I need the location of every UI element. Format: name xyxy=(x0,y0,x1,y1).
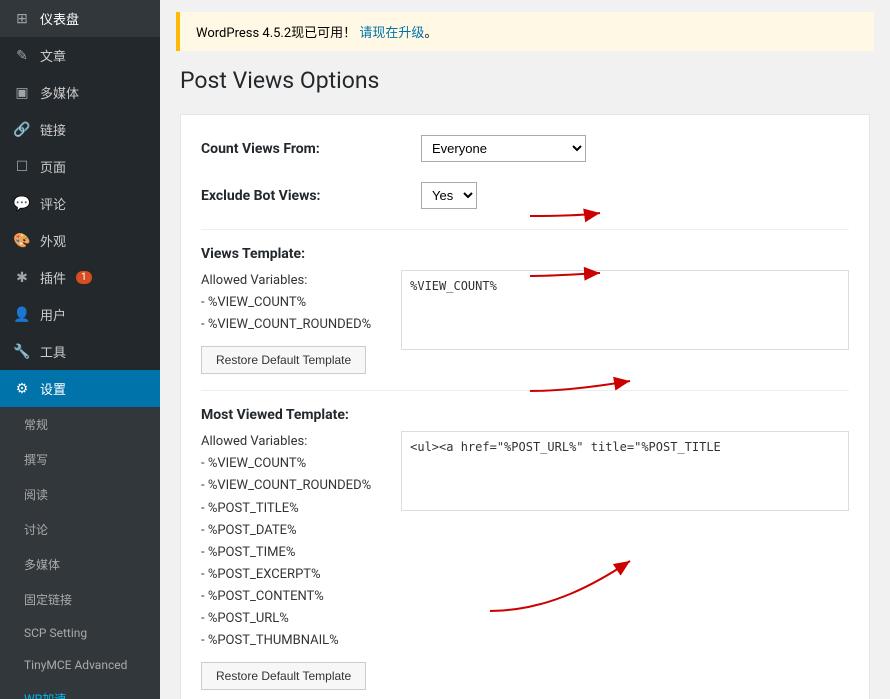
upgrade-link[interactable]: 请现在升级 xyxy=(359,26,424,41)
sidebar-label-dashboard: 仪表盘 xyxy=(40,9,79,28)
divider1 xyxy=(201,229,849,230)
restore-most-viewed-btn[interactable]: Restore Default Template xyxy=(201,662,366,690)
views-var-item: - %VIEW_COUNT_ROUNDED% xyxy=(201,314,371,336)
sidebar-item-media[interactable]: ▣ 多媒体 xyxy=(0,74,160,111)
most-viewed-left: Allowed Variables: - %VIEW_COUNT%- %VIEW… xyxy=(201,431,371,690)
sidebar-item-appearance[interactable]: 🎨 外观 xyxy=(0,222,160,259)
count-views-row: Count Views From: EveryoneGuests OnlyReg… xyxy=(201,135,849,162)
submenu-label-discussion: 讨论 xyxy=(24,521,48,538)
sidebar-label-users: 用户 xyxy=(40,305,66,324)
sidebar-item-comments[interactable]: 💬 评论 xyxy=(0,185,160,222)
pages-icon: ☐ xyxy=(12,159,32,175)
sidebar-label-links: 链接 xyxy=(40,120,66,139)
most-viewed-template-value: <ul><a href="%POST_URL%" title="%POST_TI… xyxy=(410,440,840,454)
posts-icon: ✎ xyxy=(12,48,32,64)
submenu-item-reading[interactable]: 阅读 xyxy=(0,477,160,512)
submenu-label-general: 常规 xyxy=(24,416,48,433)
options-block: Count Views From: EveryoneGuests OnlyReg… xyxy=(180,114,870,699)
most-viewed-content: Allowed Variables: - %VIEW_COUNT%- %VIEW… xyxy=(201,431,849,690)
most-viewed-var-item: - %VIEW_COUNT% xyxy=(201,453,371,475)
plugins-icon: ✱ xyxy=(12,270,32,286)
badge-plugins: 1 xyxy=(76,271,92,284)
submenu-label-tinymce: TinyMCE Advanced xyxy=(24,658,127,672)
most-viewed-template-editor[interactable]: <ul><a href="%POST_URL%" title="%POST_TI… xyxy=(401,431,849,511)
comments-icon: 💬 xyxy=(12,196,32,212)
views-var-item: - %VIEW_COUNT% xyxy=(201,292,371,314)
most-viewed-title: Most Viewed Template: xyxy=(201,407,849,423)
users-icon: 👤 xyxy=(12,307,32,323)
main-content: WordPress 4.5.2现已可用！ 请现在升级。 Post Views O… xyxy=(160,0,890,699)
sidebar-item-users[interactable]: 👤 用户 xyxy=(0,296,160,333)
views-template-content: Allowed Variables: - %VIEW_COUNT%- %VIEW… xyxy=(201,270,849,374)
update-notice: WordPress 4.5.2现已可用！ 请现在升级。 xyxy=(176,12,874,51)
submenu-item-general[interactable]: 常规 xyxy=(0,407,160,442)
most-viewed-var-item: - %POST_URL% xyxy=(201,608,371,630)
sidebar-label-settings: 设置 xyxy=(40,379,66,398)
views-template-editor[interactable]: %VIEW_COUNT% xyxy=(401,270,849,350)
content-area: Post Views Options xyxy=(160,51,890,699)
most-viewed-var-item: - %VIEW_COUNT_ROUNDED% xyxy=(201,475,371,497)
submenu-label-scp: SCP Setting xyxy=(24,626,87,640)
page-title: Post Views Options xyxy=(180,67,870,94)
submenu-label-wp-jia-su: WP加速 xyxy=(24,690,66,699)
sidebar-submenu: 常规撰写阅读讨论多媒体固定链接 SCP Setting TinyMCE Advanc… xyxy=(0,407,160,699)
sidebar-label-plugins: 插件 xyxy=(40,268,66,287)
most-viewed-var-item: - %POST_TIME% xyxy=(201,542,371,564)
views-vars-list: - %VIEW_COUNT%- %VIEW_COUNT_ROUNDED% xyxy=(201,292,371,336)
exclude-bot-label: Exclude Bot Views: xyxy=(201,188,401,204)
submenu-item-wp-jia-su[interactable]: WP加速 xyxy=(0,681,160,699)
most-viewed-vars-list: - %VIEW_COUNT%- %VIEW_COUNT_ROUNDED%- %P… xyxy=(201,453,371,652)
exclude-bot-select[interactable]: YesNo xyxy=(421,182,477,209)
sidebar-item-posts[interactable]: ✎ 文章 xyxy=(0,37,160,74)
most-viewed-var-item: - %POST_CONTENT% xyxy=(201,586,371,608)
media-icon: ▣ xyxy=(12,85,32,101)
sidebar-label-media: 多媒体 xyxy=(40,83,79,102)
sidebar-item-dashboard[interactable]: ⊞ 仪表盘 xyxy=(0,0,160,37)
sidebar-label-comments: 评论 xyxy=(40,194,66,213)
views-template-left: Allowed Variables: - %VIEW_COUNT%- %VIEW… xyxy=(201,270,371,374)
sidebar-label-pages: 页面 xyxy=(40,157,66,176)
submenu-label-reading: 阅读 xyxy=(24,486,48,503)
submenu-label-media-sub: 多媒体 xyxy=(24,556,60,573)
submenu-item-tinymce[interactable]: TinyMCE Advanced xyxy=(0,649,160,681)
count-views-select[interactable]: EveryoneGuests OnlyRegistered Users Only xyxy=(421,135,586,162)
views-template-section: Views Template: Allowed Variables: - %VI… xyxy=(201,246,849,374)
submenu-item-discussion[interactable]: 讨论 xyxy=(0,512,160,547)
links-icon: 🔗 xyxy=(12,122,32,138)
submenu-item-media-sub[interactable]: 多媒体 xyxy=(0,547,160,582)
sidebar-item-plugins[interactable]: ✱ 插件 1 xyxy=(0,259,160,296)
dashboard-icon: ⊞ xyxy=(12,11,32,27)
views-template-title: Views Template: xyxy=(201,246,849,262)
tools-icon: 🔧 xyxy=(12,344,32,360)
submenu-item-writing[interactable]: 撰写 xyxy=(0,442,160,477)
most-viewed-var-item: - %POST_TITLE% xyxy=(201,498,371,520)
update-text: WordPress 4.5.2现已可用！ xyxy=(196,26,356,41)
sidebar-item-pages[interactable]: ☐ 页面 xyxy=(0,148,160,185)
most-viewed-section: Most Viewed Template: Allowed Variables:… xyxy=(201,407,849,690)
settings-icon: ⚙ xyxy=(12,381,32,397)
submenu-label-writing: 撰写 xyxy=(24,451,48,468)
sidebar-item-settings[interactable]: ⚙ 设置 xyxy=(0,370,160,407)
submenu-item-permalinks[interactable]: 固定链接 xyxy=(0,582,160,617)
count-views-label: Count Views From: xyxy=(201,141,401,157)
most-viewed-var-item: - %POST_DATE% xyxy=(201,520,371,542)
submenu-label-permalinks: 固定链接 xyxy=(24,591,72,608)
exclude-bot-row: Exclude Bot Views: YesNo xyxy=(201,182,849,209)
most-viewed-var-item: - %POST_THUMBNAIL% xyxy=(201,630,371,652)
views-template-value: %VIEW_COUNT% xyxy=(410,279,840,293)
sidebar-label-posts: 文章 xyxy=(40,46,66,65)
views-allowed-title: Allowed Variables: xyxy=(201,270,371,292)
most-viewed-var-item: - %POST_EXCERPT% xyxy=(201,564,371,586)
most-viewed-allowed-title: Allowed Variables: xyxy=(201,431,371,453)
sidebar-label-tools: 工具 xyxy=(40,342,66,361)
submenu-item-scp[interactable]: SCP Setting xyxy=(0,617,160,649)
appearance-icon: 🎨 xyxy=(12,233,32,249)
sidebar-label-appearance: 外观 xyxy=(40,231,66,250)
sidebar: ⊞ 仪表盘 ✎ 文章 ▣ 多媒体 🔗 链接 ☐ 页面 💬 评论 🎨 外观 ✱ 插件 1 👤 用户 🔧 工具 ⚙ 设置常规撰写… xyxy=(0,0,160,699)
sidebar-item-tools[interactable]: 🔧 工具 xyxy=(0,333,160,370)
restore-views-btn[interactable]: Restore Default Template xyxy=(201,346,366,374)
sidebar-item-links[interactable]: 🔗 链接 xyxy=(0,111,160,148)
divider2 xyxy=(201,390,849,391)
